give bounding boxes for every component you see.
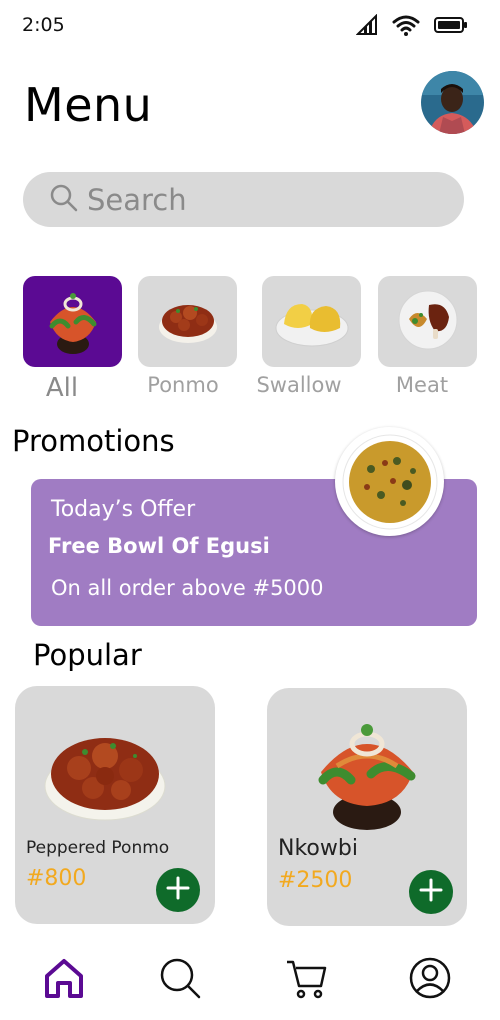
nav-profile-button[interactable] (408, 956, 452, 1004)
category-ponmo[interactable] (138, 276, 237, 367)
category-swallow[interactable] (262, 276, 361, 367)
meat-plate-icon (397, 289, 459, 355)
status-time: 2:05 (22, 14, 65, 36)
nav-cart-button[interactable] (285, 958, 329, 1002)
home-icon (42, 956, 86, 1004)
user-avatar[interactable] (421, 71, 484, 134)
nkowbi-image (307, 706, 427, 836)
status-icons (355, 13, 468, 40)
category-label-all[interactable]: All (23, 373, 101, 403)
search-icon (158, 956, 202, 1004)
nkwobi-bowl-icon (40, 282, 106, 362)
category-label-ponmo[interactable]: Ponmo (138, 373, 228, 397)
add-to-cart-button[interactable] (409, 870, 453, 914)
category-meat[interactable] (378, 276, 477, 367)
ponmo-bowl-icon (156, 293, 220, 351)
signal-icon (355, 13, 378, 40)
swallow-plate-icon (272, 290, 352, 354)
egusi-bowl-image (335, 427, 444, 536)
popular-title: Popular (33, 638, 142, 672)
food-price: #800 (26, 866, 87, 891)
plus-icon (164, 874, 192, 906)
category-all[interactable] (23, 276, 122, 367)
cart-icon (285, 956, 329, 1004)
search-bar[interactable] (23, 172, 464, 227)
promo-line-1: Today’s Offer (51, 497, 196, 522)
food-name: Peppered Ponmo (26, 838, 170, 858)
peppered-ponmo-image (43, 716, 167, 830)
food-card-peppered-ponmo[interactable]: Peppered Ponmo #800 (15, 686, 215, 924)
food-name: Nkowbi (278, 836, 358, 861)
search-input[interactable] (87, 182, 417, 217)
battery-icon (434, 16, 468, 38)
nav-search-button[interactable] (158, 958, 202, 1002)
wifi-icon (392, 14, 420, 40)
search-icon (49, 183, 79, 217)
category-label-swallow[interactable]: Swallow (252, 373, 346, 397)
food-price: #2500 (278, 868, 353, 893)
add-to-cart-button[interactable] (156, 868, 200, 912)
page-title: Menu (24, 78, 153, 132)
promo-line-2: Free Bowl Of Egusi (48, 534, 270, 558)
promo-line-3: On all order above #5000 (51, 576, 324, 600)
food-card-nkowbi[interactable]: Nkowbi #2500 (267, 688, 467, 926)
nav-home-button[interactable] (42, 958, 86, 1002)
promotions-title: Promotions (12, 424, 175, 458)
profile-icon (408, 956, 452, 1004)
plus-icon (417, 876, 445, 908)
category-label-meat[interactable]: Meat (378, 373, 466, 397)
